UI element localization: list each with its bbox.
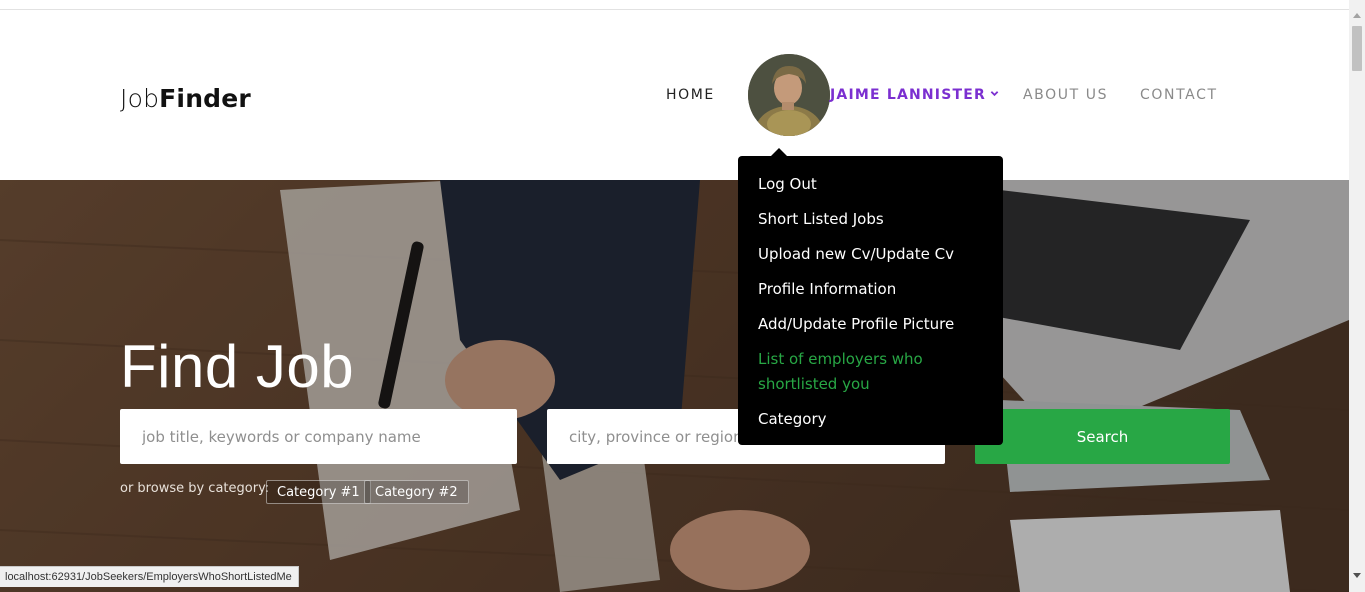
dropdown-caret	[771, 148, 787, 156]
brand-logo-light: Job	[120, 84, 160, 113]
scroll-down-arrow-icon[interactable]	[1353, 573, 1361, 578]
nav-home[interactable]: HOME	[666, 87, 715, 103]
menu-item-log-out[interactable]: Log Out	[758, 172, 983, 197]
category-tag[interactable]: Category #1	[266, 480, 371, 504]
avatar[interactable]	[748, 54, 830, 136]
keyword-search-input[interactable]	[120, 409, 517, 464]
brand-logo-bold: Finder	[159, 84, 251, 113]
menu-item-profile-picture[interactable]: Add/Update Profile Picture	[758, 312, 983, 337]
category-tag[interactable]: Category #2	[364, 480, 469, 504]
nav-user-label: JAIME LANNISTER	[830, 87, 986, 103]
chevron-down-icon	[990, 91, 999, 97]
page-scrollbar[interactable]	[1349, 0, 1365, 592]
scroll-up-arrow-icon[interactable]	[1353, 13, 1361, 18]
avatar-image	[748, 54, 830, 136]
menu-item-short-listed-jobs[interactable]: Short Listed Jobs	[758, 207, 983, 232]
scroll-thumb[interactable]	[1352, 26, 1362, 71]
hero-title: Find Job	[120, 333, 355, 400]
hero-section: Find Job Search or browse by category: C…	[0, 180, 1349, 592]
search-button[interactable]: Search	[975, 409, 1230, 464]
site-header: JobFinder HOME JAIME LANNISTER ABOUT US …	[0, 10, 1349, 180]
menu-item-category[interactable]: Category	[758, 407, 983, 432]
link-status-bar: localhost:62931/JobSeekers/EmployersWhoS…	[0, 566, 299, 587]
nav-about[interactable]: ABOUT US	[1023, 87, 1108, 103]
nav-contact[interactable]: CONTACT	[1140, 87, 1218, 103]
menu-item-profile-information[interactable]: Profile Information	[758, 277, 983, 302]
menu-item-employers-shortlisted[interactable]: List of employers who shortlisted you	[758, 347, 983, 397]
browse-by-category-label: or browse by category:	[120, 481, 270, 496]
user-dropdown-menu: Log Out Short Listed Jobs Upload new Cv/…	[738, 156, 1003, 445]
menu-item-upload-cv[interactable]: Upload new Cv/Update Cv	[758, 242, 983, 267]
brand-logo[interactable]: JobFinder	[120, 84, 251, 113]
nav-user-menu[interactable]: JAIME LANNISTER	[830, 87, 999, 103]
